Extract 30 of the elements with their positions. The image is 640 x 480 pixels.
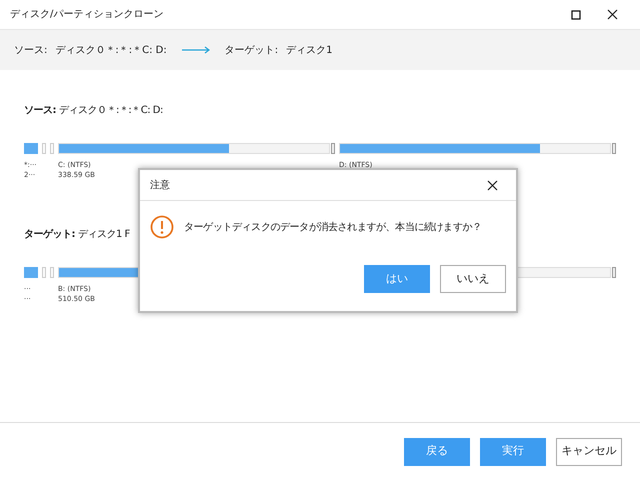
disk-name: ディスク1 F (78, 228, 130, 242)
disk-label: ソース: (24, 104, 56, 118)
partition-slot (50, 142, 54, 154)
resize-handle[interactable] (331, 142, 335, 154)
resize-handle[interactable] (612, 142, 616, 154)
close-icon (486, 180, 498, 190)
arrow-icon (180, 46, 211, 54)
close-icon (606, 9, 618, 20)
maximize-icon (571, 10, 581, 20)
source-label: ソース: (14, 44, 48, 58)
back-button[interactable]: 戻る (404, 438, 470, 466)
warning-icon (150, 215, 174, 239)
partition-slot (42, 142, 46, 154)
cancel-button[interactable]: キャンセル (556, 438, 622, 466)
target-value: ディスク1 (286, 44, 332, 58)
disk-name: ディスク０＊:＊:＊C: D: (59, 104, 163, 118)
resize-handle[interactable] (612, 266, 616, 278)
source-value: ディスク０＊:＊:＊C: D: (55, 44, 167, 58)
partition-block (24, 266, 38, 278)
run-button[interactable]: 実行 (480, 438, 546, 466)
partition-block (24, 142, 38, 154)
partition-slot (42, 266, 46, 278)
window-title: ディスク/パーティションクローン (10, 8, 164, 22)
target-label: ターゲット: (224, 44, 278, 58)
partition-slot (50, 266, 54, 278)
disk-label: ターゲット: (24, 228, 75, 242)
dialog-title: 注意 (150, 178, 171, 192)
yes-button[interactable]: はい (364, 265, 430, 293)
no-button[interactable]: いいえ (440, 265, 506, 293)
dialog-message: ターゲットディスクのデータが消去されますが、本当に続けますか？ (184, 220, 482, 234)
